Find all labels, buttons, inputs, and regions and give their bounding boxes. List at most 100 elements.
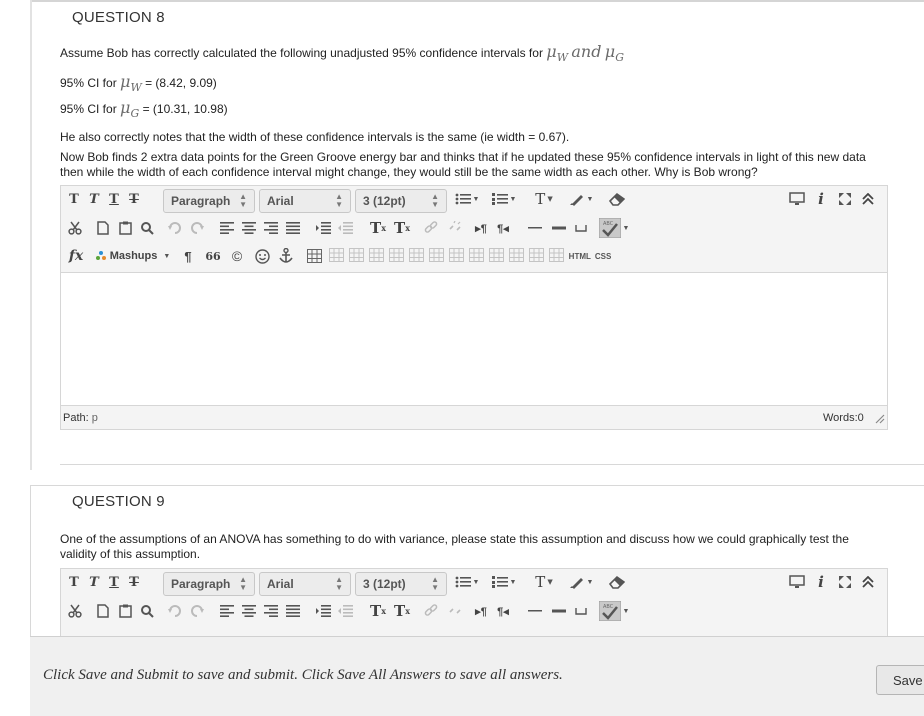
fullscreen-button[interactable] [836, 188, 854, 210]
align-right-button[interactable] [263, 600, 279, 622]
text-color-button[interactable]: T ▼ [529, 571, 559, 593]
unlink-button[interactable] [447, 600, 463, 622]
outdent-button[interactable] [337, 217, 353, 239]
insert-col-after-icon[interactable] [449, 248, 464, 262]
answer-text-area[interactable] [61, 272, 887, 406]
insert-row-after-icon[interactable] [389, 248, 404, 262]
insert-link-button[interactable] [423, 217, 439, 239]
align-center-button[interactable] [241, 217, 257, 239]
superscript-button[interactable]: Tx [369, 217, 387, 239]
align-left-button[interactable] [219, 217, 235, 239]
formula-button[interactable]: fx [67, 245, 85, 267]
save-all-answers-button[interactable]: Save All Answers [876, 665, 924, 695]
font-size-select[interactable]: 3 (12pt) ▲ ▼ [355, 189, 447, 213]
show-blocks-button[interactable]: ¶ [181, 245, 195, 267]
superscript-button[interactable]: Tx [369, 600, 387, 622]
mashups-button[interactable]: Mashups ▼ [95, 245, 171, 267]
divider-button[interactable] [551, 600, 567, 622]
rtl-button[interactable]: ¶◂ [495, 600, 511, 622]
html-source-button[interactable]: HTML CSS [569, 245, 612, 267]
horizontal-rule-button[interactable] [527, 217, 543, 239]
info-icon[interactable]: i [813, 188, 829, 210]
indent-button[interactable] [315, 600, 331, 622]
align-left-button[interactable] [219, 600, 235, 622]
ltr-button[interactable]: ▸¶ [473, 217, 489, 239]
table-row-props-icon[interactable] [329, 248, 344, 262]
font-size-select[interactable]: 3 (12pt) ▲ ▼ [355, 572, 447, 596]
numbered-list-button[interactable]: ▼ [489, 571, 519, 593]
ltr-button[interactable]: ▸¶ [473, 600, 489, 622]
paragraph-format-select[interactable]: Paragraph ▲ ▼ [163, 572, 255, 596]
font-family-select[interactable]: Arial ▲ ▼ [259, 572, 351, 596]
outdent-button[interactable] [337, 600, 353, 622]
text-color-button[interactable]: T ▼ [529, 188, 559, 210]
collapse-toolbar-button[interactable] [859, 571, 877, 593]
delete-col-icon[interactable] [469, 248, 484, 262]
numbered-list-button[interactable]: ▼ [489, 188, 519, 210]
delete-row-icon[interactable] [409, 248, 424, 262]
clear-formatting-button[interactable] [606, 571, 628, 593]
redo-button[interactable] [189, 217, 205, 239]
table-merge-icon[interactable] [549, 248, 564, 262]
paragraph-format-select[interactable]: Paragraph ▲ ▼ [163, 189, 255, 213]
subscript-button[interactable]: Tx [393, 600, 411, 622]
find-button[interactable] [139, 217, 155, 239]
collapse-toolbar-button[interactable] [859, 188, 877, 210]
preview-button[interactable] [787, 188, 807, 210]
nonbreaking-space-button[interactable] [573, 600, 589, 622]
find-button[interactable] [139, 600, 155, 622]
align-right-button[interactable] [263, 217, 279, 239]
undo-button[interactable] [167, 217, 183, 239]
fullscreen-button[interactable] [836, 571, 854, 593]
insert-col-before-icon[interactable] [429, 248, 444, 262]
underline-button[interactable]: T [107, 188, 121, 210]
align-justify-button[interactable] [285, 600, 301, 622]
spellcheck-button[interactable]: ABC ▼ [597, 600, 631, 622]
clear-formatting-button[interactable] [606, 188, 628, 210]
spellcheck-button[interactable]: ABC ▼ [597, 217, 631, 239]
rtl-button[interactable]: ¶◂ [495, 217, 511, 239]
italic-button[interactable]: T [87, 188, 101, 210]
strikethrough-button[interactable]: T [127, 188, 141, 210]
font-family-select[interactable]: Arial ▲ ▼ [259, 189, 351, 213]
undo-button[interactable] [167, 600, 183, 622]
align-justify-button[interactable] [285, 217, 301, 239]
horizontal-rule-button[interactable] [527, 600, 543, 622]
underline-button[interactable]: T [107, 571, 121, 593]
divider-button[interactable] [551, 217, 567, 239]
table-split-icon[interactable] [529, 248, 544, 262]
bullet-list-button[interactable]: ▼ [452, 188, 482, 210]
align-center-button[interactable] [241, 600, 257, 622]
info-icon[interactable]: i [813, 571, 829, 593]
nonbreaking-space-button[interactable] [573, 217, 589, 239]
blockquote-button[interactable]: 66 [205, 245, 221, 267]
bold-button[interactable]: T [67, 571, 81, 593]
paste-button[interactable] [117, 217, 133, 239]
subscript-button[interactable]: Tx [393, 217, 411, 239]
emoticon-button[interactable] [253, 245, 271, 267]
cut-button[interactable] [67, 217, 83, 239]
highlight-button[interactable]: ▼ [566, 188, 596, 210]
cell-props-icon[interactable] [349, 248, 364, 262]
insert-table-button[interactable] [305, 245, 323, 267]
highlight-button[interactable]: ▼ [566, 571, 596, 593]
cut-button[interactable] [67, 600, 83, 622]
split-cells-icon[interactable] [489, 248, 504, 262]
indent-button[interactable] [315, 217, 331, 239]
copy-button[interactable] [95, 217, 111, 239]
preview-button[interactable] [787, 571, 807, 593]
special-character-button[interactable]: © [229, 245, 245, 267]
insert-row-before-icon[interactable] [369, 248, 384, 262]
unlink-button[interactable] [447, 217, 463, 239]
resize-handle-icon[interactable] [875, 414, 885, 424]
bullet-list-button[interactable]: ▼ [452, 571, 482, 593]
redo-button[interactable] [189, 600, 205, 622]
strikethrough-button[interactable]: T [127, 571, 141, 593]
italic-button[interactable]: T [87, 571, 101, 593]
paste-button[interactable] [117, 600, 133, 622]
merge-cells-icon[interactable] [509, 248, 524, 262]
anchor-button[interactable] [277, 245, 295, 267]
copy-button[interactable] [95, 600, 111, 622]
insert-link-button[interactable] [423, 600, 439, 622]
bold-button[interactable]: T [67, 188, 81, 210]
